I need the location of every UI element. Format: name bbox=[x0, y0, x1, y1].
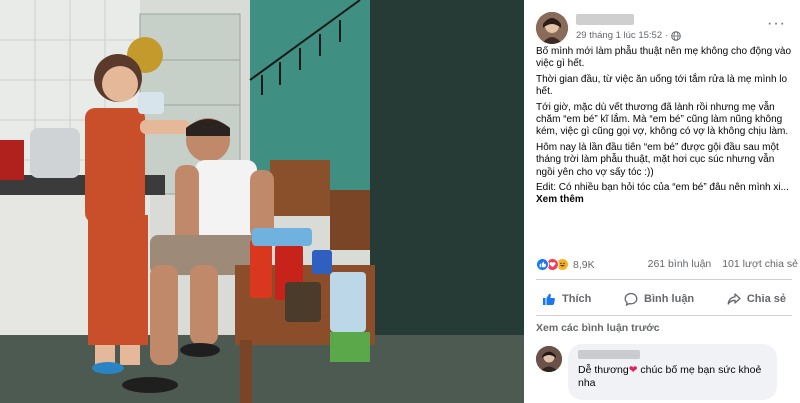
engagement-counts: 261 bình luận 101 lượt chia sẻ bbox=[640, 258, 798, 270]
like-icon bbox=[543, 293, 555, 305]
photo-image bbox=[0, 0, 524, 403]
comment-button[interactable]: Bình luận bbox=[618, 292, 700, 306]
more-icon[interactable]: ··· bbox=[767, 16, 786, 32]
actions-divider bbox=[536, 315, 792, 316]
commenter-avatar[interactable] bbox=[536, 346, 562, 372]
post-meta: 29 tháng 1 lúc 15:52 · bbox=[576, 30, 682, 41]
view-previous-comments-link[interactable]: Xem các bình luận trước bbox=[536, 322, 660, 334]
share-count[interactable]: 101 lượt chia sẻ bbox=[722, 258, 798, 270]
author-name-redacted[interactable] bbox=[576, 14, 634, 25]
heart-emoji-icon: ❤ bbox=[628, 364, 638, 376]
comment-icon bbox=[624, 292, 638, 306]
comment-text: Dễ thương❤ chúc bố mẹ bạn sức khoẻ nha bbox=[578, 364, 767, 390]
post-header: 29 tháng 1 lúc 15:52 · ··· bbox=[536, 12, 796, 46]
post-body: Bố mình mới làm phẫu thuật nên mẹ không … bbox=[536, 46, 794, 210]
like-reaction-icon bbox=[536, 258, 549, 271]
post-paragraph: Thời gian đầu, từ việc ăn uống tới tắm r… bbox=[536, 73, 788, 98]
reaction-summary[interactable]: 8,9K bbox=[536, 258, 595, 271]
meta-separator: · bbox=[665, 30, 669, 41]
post-paragraph: Bố mình mới làm phẫu thuật nên mẹ không … bbox=[536, 46, 792, 70]
post-actions: Thích Bình luận Chia sẻ bbox=[536, 284, 792, 314]
globe-icon[interactable] bbox=[671, 30, 682, 41]
post-paragraph-truncated: Edit: Có nhiều bạn hỏi tóc của “em bé” đ… bbox=[536, 182, 794, 207]
comment-bubble: Dễ thương❤ chúc bố mẹ bạn sức khoẻ nha bbox=[568, 344, 777, 400]
share-label: Chia sẻ bbox=[746, 293, 786, 305]
stats-divider bbox=[536, 279, 792, 280]
comment-label: Bình luận bbox=[644, 293, 695, 305]
commenter-name-redacted[interactable] bbox=[578, 350, 640, 359]
comment-text-before: Dễ thương bbox=[578, 364, 629, 376]
comment-count[interactable]: 261 bình luận bbox=[648, 258, 712, 270]
see-more-link[interactable]: Xem thêm bbox=[536, 194, 584, 205]
post-stats: 8,9K 261 bình luận 101 lượt chia sẻ bbox=[536, 258, 798, 274]
post-paragraph: Tới giờ, mặc dù vết thương đã lành rồi n… bbox=[536, 101, 789, 138]
post-date[interactable]: 29 tháng 1 lúc 15:52 bbox=[576, 30, 662, 41]
post-side-panel: 29 tháng 1 lúc 15:52 · ··· Bố mình mới l… bbox=[524, 0, 800, 403]
share-button[interactable]: Chia sẻ bbox=[721, 292, 792, 306]
like-button[interactable]: Thích bbox=[536, 292, 597, 306]
truncated-text: Edit: Có nhiều bạn hỏi tóc của “em bé” đ… bbox=[536, 182, 789, 194]
post-photo[interactable] bbox=[0, 0, 524, 403]
comment-item: Dễ thương❤ chúc bố mẹ bạn sức khoẻ nha bbox=[536, 344, 798, 400]
share-icon bbox=[727, 293, 741, 305]
author-avatar[interactable] bbox=[536, 12, 568, 44]
reaction-count[interactable]: 8,9K bbox=[573, 259, 595, 271]
like-label: Thích bbox=[562, 293, 592, 305]
post-paragraph: Hôm nay là lần đầu tiên “em bé” được gội… bbox=[536, 141, 779, 178]
